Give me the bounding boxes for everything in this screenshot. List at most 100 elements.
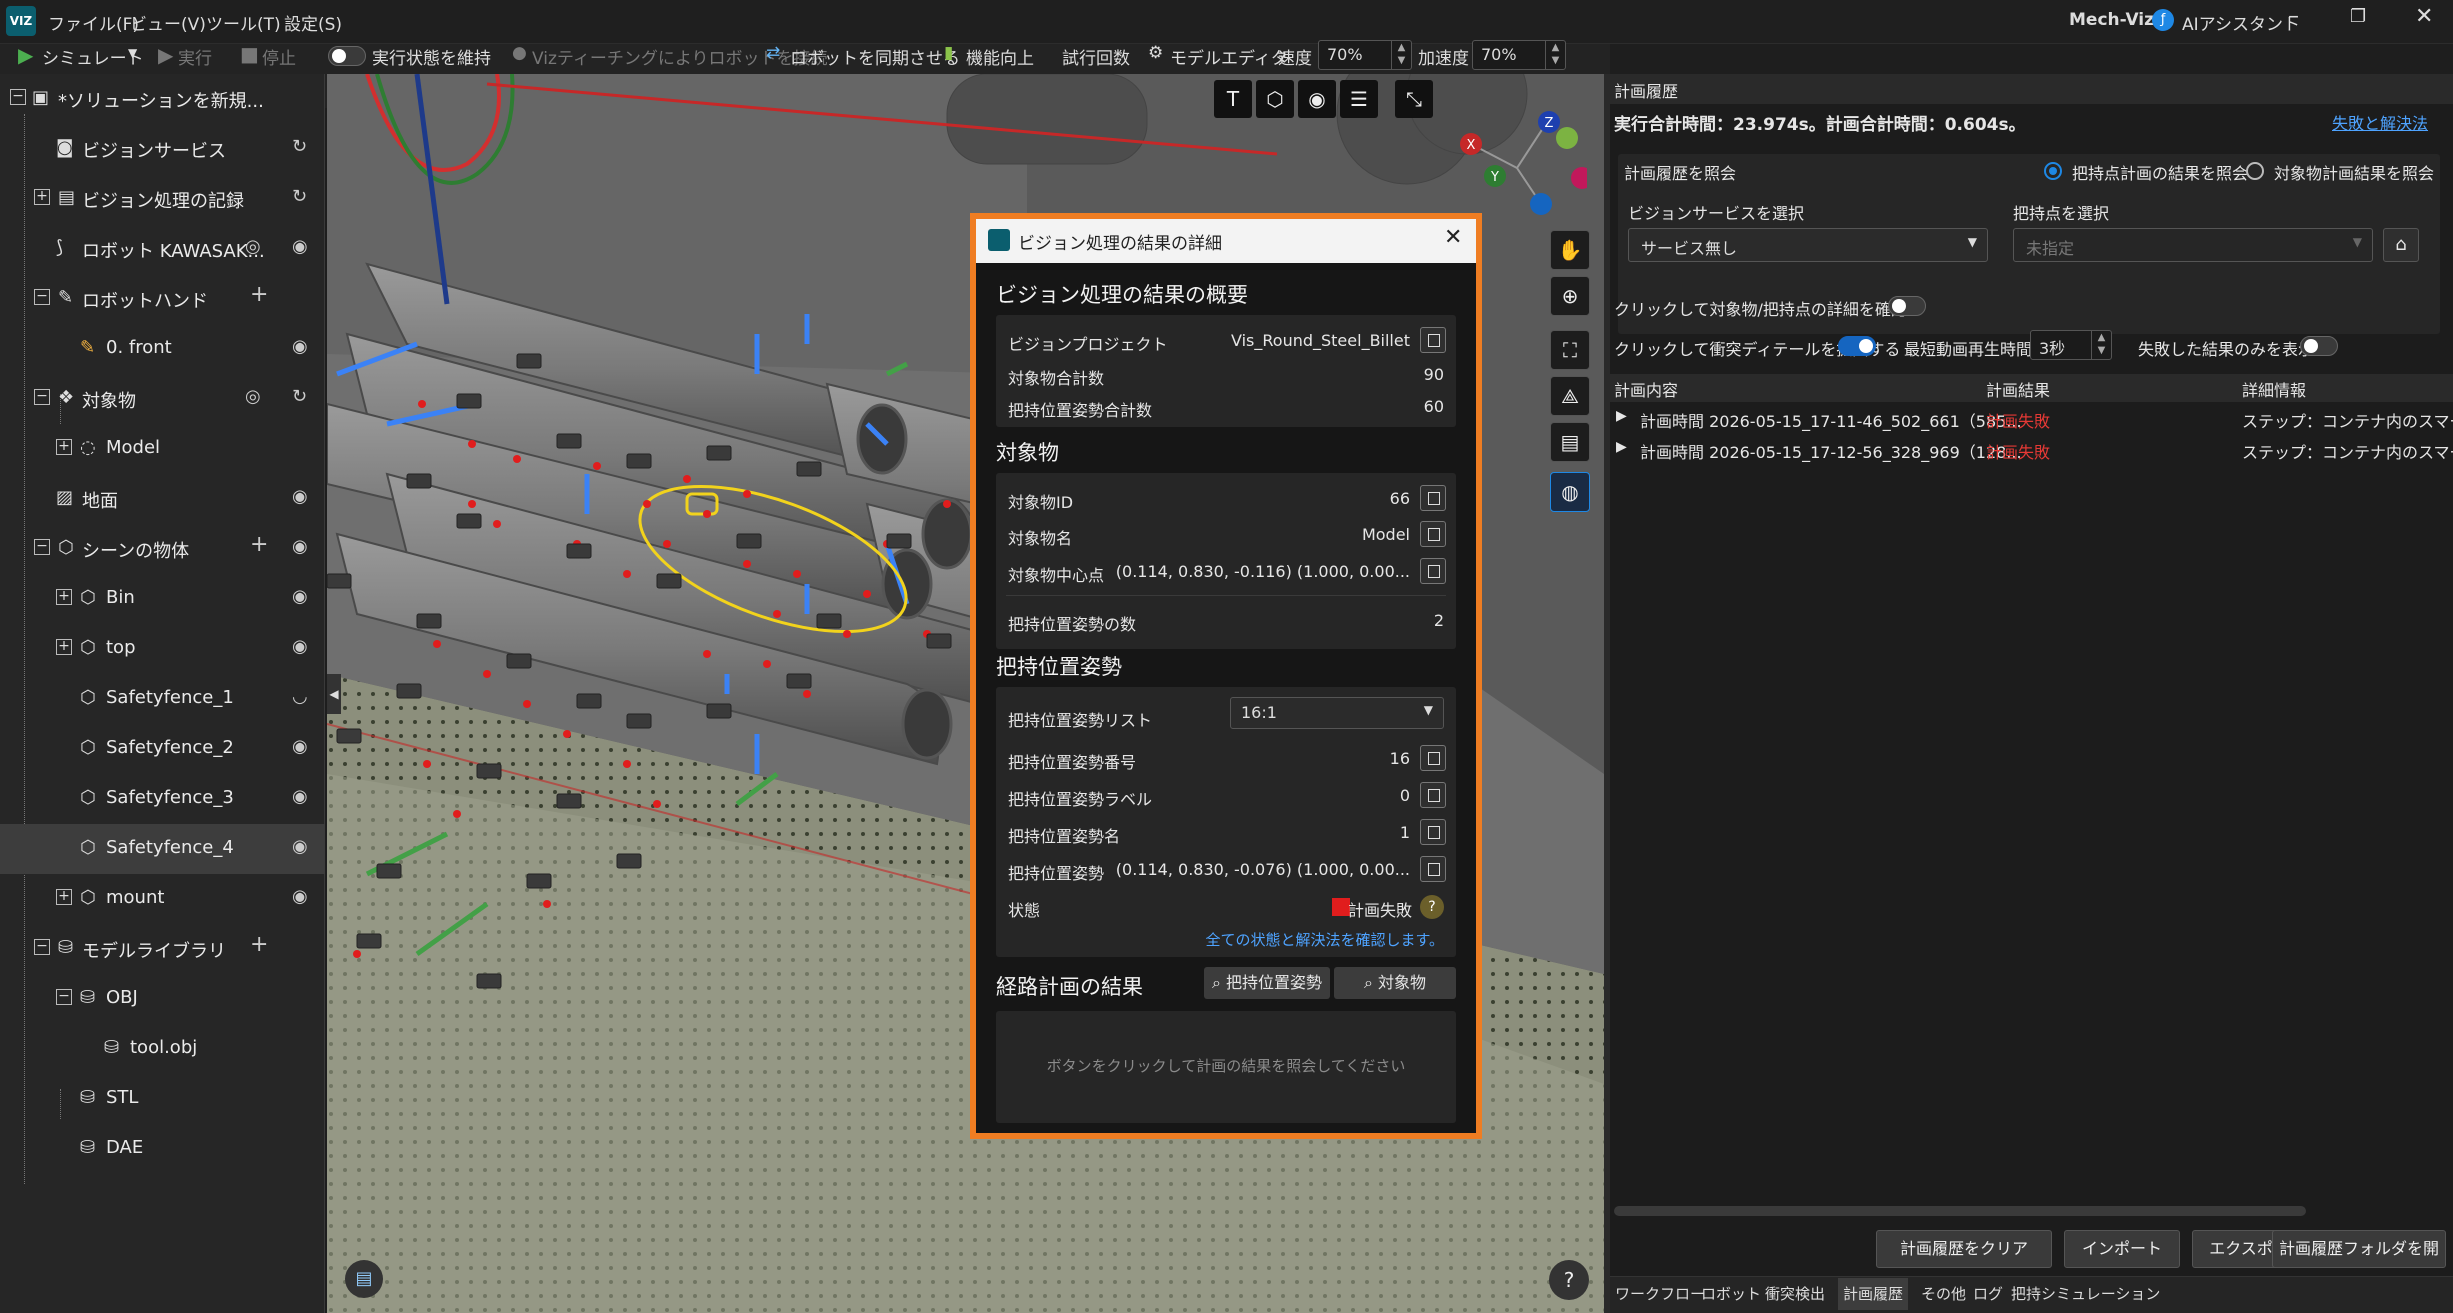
col-header-detail[interactable]: 詳細情報 xyxy=(2242,377,2306,401)
tab-workflow[interactable]: ワークフロー xyxy=(1610,1278,1710,1310)
tab-pick-simulation[interactable]: 把持シミュレーション xyxy=(2006,1278,2165,1310)
failure-solution-link[interactable]: 失敗と解決法 xyxy=(2332,110,2428,134)
accel-stepper-icon[interactable]: ▲ ▼ xyxy=(1545,41,1565,69)
add-icon[interactable]: + xyxy=(250,932,268,957)
accel-input[interactable]: 70% ▲ ▼ xyxy=(1472,40,1566,70)
tab-plan-history[interactable]: 計画履歴 xyxy=(1838,1278,1909,1310)
horizontal-scrollbar[interactable] xyxy=(1614,1206,2306,1216)
menu-tools[interactable]: ツール(T) xyxy=(206,10,281,35)
text-tool-icon[interactable]: T xyxy=(1214,80,1252,118)
copy-icon[interactable] xyxy=(1420,782,1446,808)
tree-item-model[interactable]: + ◌ Model xyxy=(0,424,325,474)
query-object-button[interactable]: ⌕ 対象物 xyxy=(1334,967,1456,999)
tree-item-mount[interactable]: + ⬡ mount ◉ xyxy=(0,874,325,924)
tree-item-safetyfence-1[interactable]: ⬡ Safetyfence_1 ◡ xyxy=(0,674,325,724)
refresh-icon[interactable]: ↻ xyxy=(292,186,307,207)
minimize-icon[interactable]: – xyxy=(2288,4,2299,29)
copy-icon[interactable] xyxy=(1420,558,1446,584)
pick-point-select[interactable]: 未指定 ▼ xyxy=(2013,228,2373,262)
tree-item-top[interactable]: + ⬡ top ◉ xyxy=(0,624,325,674)
copy-icon[interactable] xyxy=(1420,485,1446,511)
expand-row-icon[interactable]: ▶ xyxy=(1616,408,1627,424)
menu-file[interactable]: ファイル(F) xyxy=(48,10,139,35)
copy-icon[interactable] xyxy=(1420,327,1446,353)
close-icon[interactable]: ✕ xyxy=(1444,225,1462,250)
all-states-link[interactable]: 全ての状態と解決法を確認します。 xyxy=(1205,929,1444,950)
sync-robot-button[interactable]: ロボットを同期させる xyxy=(790,44,960,69)
eye-icon[interactable]: ◉ xyxy=(292,836,308,857)
collapse-left-icon[interactable]: ◀ xyxy=(327,674,341,714)
perspective-icon[interactable]: ⟁ xyxy=(1550,376,1590,416)
min-play-input[interactable]: 3秒 ▲ ▼ xyxy=(2030,330,2112,360)
menu-settings[interactable]: 設定(S) xyxy=(284,10,342,35)
stop-button[interactable]: 停止 xyxy=(262,44,296,69)
copy-icon[interactable] xyxy=(1420,521,1446,547)
eye-icon[interactable]: ◉ xyxy=(292,536,308,557)
tree-item-bin[interactable]: + ⬡ Bin ◉ xyxy=(0,574,325,624)
eye-icon[interactable]: ◉ xyxy=(1298,80,1336,118)
vision-service-select[interactable]: サービス無し ▼ xyxy=(1628,228,1988,262)
trials-button[interactable]: 試行回数 xyxy=(1062,44,1130,69)
table-row[interactable]: ▶ 計画時間 2026-05-15_17-11-46_502_661（585..… xyxy=(1610,404,2453,434)
eye-icon[interactable]: ◉ xyxy=(292,786,308,807)
menu-view[interactable]: ビュー(V) xyxy=(130,10,206,35)
tree-item-solution[interactable]: − ▣ *ソリューションを新規... xyxy=(0,74,325,124)
tab-log[interactable]: ログ xyxy=(1968,1278,2008,1310)
cube-view-icon[interactable]: ⬡ xyxy=(1256,80,1294,118)
tree-item-stl[interactable]: ⛁ STL xyxy=(0,1074,325,1124)
tree-item-scene-objects[interactable]: − ⬡ シーンの物体 + ◉ xyxy=(0,524,325,574)
tab-robot[interactable]: ロボット xyxy=(1696,1278,1766,1310)
eye-icon[interactable]: ◉ xyxy=(292,486,308,507)
pose-list-select[interactable]: 16:1 ▼ xyxy=(1230,697,1444,729)
help-icon[interactable]: ? xyxy=(1420,895,1444,919)
tree-item-model-library[interactable]: − ⛁ モデルライブラリ + xyxy=(0,924,325,974)
tree-item-front[interactable]: ✎ 0. front ◉ xyxy=(0,324,325,374)
viz-teach-button[interactable]: Vizティーチングによりロボットを接続 xyxy=(532,44,828,69)
zoom-icon[interactable]: ⊕ xyxy=(1550,276,1590,316)
add-icon[interactable]: + xyxy=(250,532,268,557)
speed-stepper-icon[interactable]: ▲ ▼ xyxy=(1391,41,1411,69)
import-button[interactable]: インポート xyxy=(2064,1230,2180,1268)
refresh-icon[interactable]: ↻ xyxy=(292,386,307,407)
col-header-result[interactable]: 計画結果 xyxy=(1986,377,2050,401)
eye-icon[interactable]: ◉ xyxy=(292,336,308,357)
run-button[interactable]: 実行 xyxy=(178,44,212,69)
tree-item-safetyfence-3[interactable]: ⬡ Safetyfence_3 ◉ xyxy=(0,774,325,824)
close-icon[interactable]: ✕ xyxy=(2415,4,2433,29)
tree-item-ground[interactable]: ▨ 地面 ◉ xyxy=(0,474,325,524)
copy-icon[interactable] xyxy=(1420,819,1446,845)
panel-icon[interactable]: ▤ xyxy=(1550,422,1590,462)
eye-closed-icon[interactable]: ◡ xyxy=(292,686,308,707)
eye-icon[interactable]: ◉ xyxy=(292,636,308,657)
model-editor-button[interactable]: モデルエディタ xyxy=(1170,44,1288,69)
refresh-icon[interactable]: ↻ xyxy=(292,136,307,157)
failed-only-toggle[interactable] xyxy=(2300,336,2338,356)
open-history-folder-button[interactable]: 計画履歴フォルダを開く xyxy=(2272,1230,2446,1294)
list-icon[interactable]: ☰ xyxy=(1340,80,1378,118)
eye-icon[interactable]: ◉ xyxy=(292,586,308,607)
query-pose-button[interactable]: ⌕ 把持位置姿勢 xyxy=(1204,967,1330,999)
collision-toggle[interactable] xyxy=(1838,336,1876,356)
radio-pick-result[interactable] xyxy=(2044,162,2062,180)
tree-item-tool-obj[interactable]: ⛁ tool.obj xyxy=(0,1024,325,1074)
fit-view-icon[interactable]: ⛶ xyxy=(1550,330,1590,370)
tree-item-obj[interactable]: − ⛁ OBJ xyxy=(0,974,325,1024)
copy-icon[interactable] xyxy=(1420,745,1446,771)
tree-item-dae[interactable]: ⛁ DAE xyxy=(0,1124,325,1174)
tree-item-objects[interactable]: − ❖ 対象物 ◎ ↻ xyxy=(0,374,325,424)
clear-history-button[interactable]: 計画履歴をクリア xyxy=(1876,1230,2052,1268)
copy-icon[interactable] xyxy=(1420,856,1446,882)
pan-hand-icon[interactable]: ✋ xyxy=(1550,230,1590,270)
tree-item-vision-service[interactable]: ◙ ビジョンサービス ↻ xyxy=(0,124,325,174)
basket-icon[interactable]: ⌂ xyxy=(2383,228,2419,262)
detail-toggle[interactable] xyxy=(1888,296,1926,316)
improve-button[interactable]: 機能向上 xyxy=(966,44,1034,69)
tree-item-robot[interactable]: ⟆ ロボット KAWASAK... ◎ ◉ xyxy=(0,224,325,274)
help-button[interactable]: ? xyxy=(1549,1260,1589,1300)
target-icon[interactable]: ◎ xyxy=(245,236,261,257)
radio-object-result[interactable] xyxy=(2246,162,2264,180)
log-icon[interactable]: ▤ xyxy=(345,1260,383,1298)
axis-gizmo[interactable]: Z X Y xyxy=(1457,98,1587,228)
tree-item-safetyfence-4[interactable]: ⬡ Safetyfence_4 ◉ xyxy=(0,824,325,874)
eye-icon[interactable]: ◉ xyxy=(292,886,308,907)
